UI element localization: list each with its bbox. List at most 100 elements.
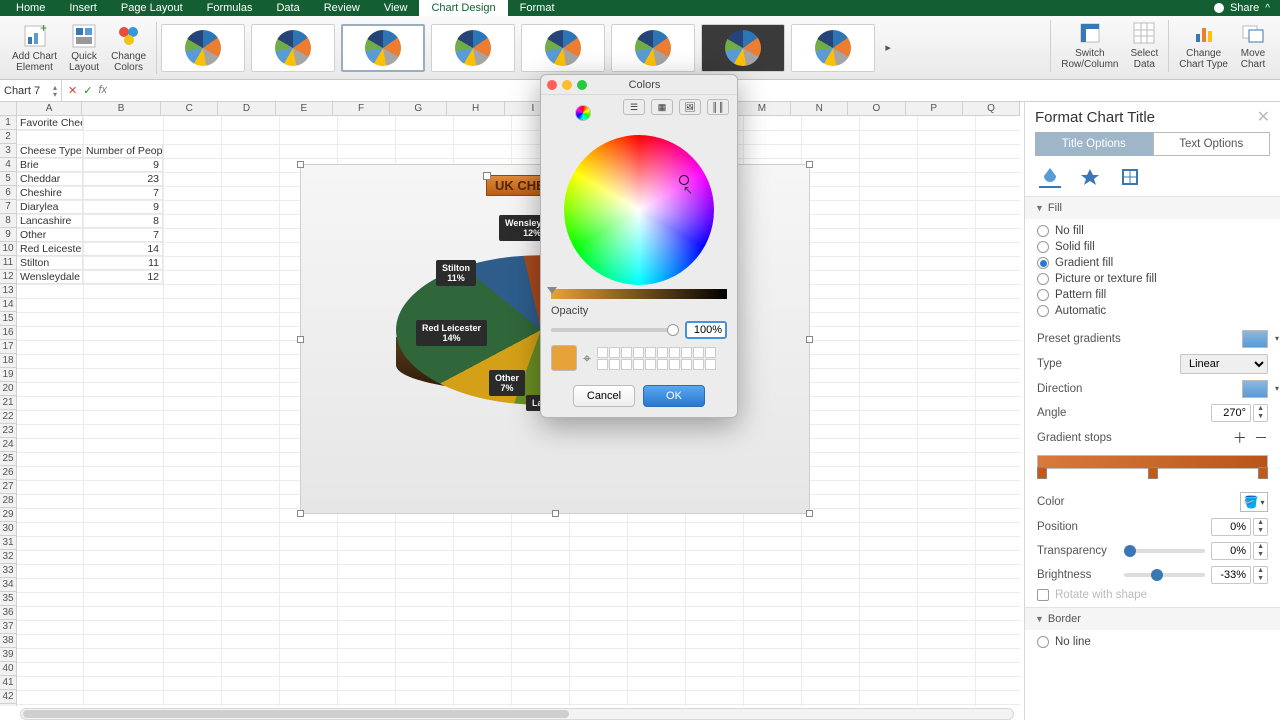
fill-option-pattern-fill[interactable]: Pattern fill [1037, 287, 1268, 303]
stop-color-button[interactable]: 🪣▾ [1240, 492, 1268, 512]
opacity-slider[interactable] [551, 328, 679, 332]
tab-formulas[interactable]: Formulas [195, 0, 265, 16]
fill-option-gradient-fill[interactable]: Gradient fill [1037, 255, 1268, 271]
fill-line-category-icon[interactable] [1039, 166, 1061, 188]
cell-A11[interactable]: Stilton [17, 256, 83, 270]
gradient-type-select[interactable]: Linear [1180, 354, 1268, 374]
style-thumb-1[interactable] [161, 24, 245, 72]
fill-option-picture-or-texture-fill[interactable]: Picture or texture fill [1037, 271, 1268, 287]
effects-category-icon[interactable] [1079, 166, 1101, 188]
border-no-line-radio[interactable]: No line [1037, 634, 1268, 650]
cell-A5[interactable]: Cheddar [17, 172, 83, 186]
cell-B6[interactable]: 7 [83, 186, 163, 200]
data-label[interactable]: Stilton11% [436, 260, 476, 286]
select-all-corner[interactable] [0, 102, 17, 116]
column-headers[interactable]: ABCDEFGHIJKLMNOPQ [17, 102, 1020, 116]
tab-chart-design[interactable]: Chart Design [419, 0, 507, 16]
size-properties-category-icon[interactable] [1119, 166, 1141, 188]
gallery-next-button[interactable]: ▸ [881, 28, 895, 68]
cell-A8[interactable]: Lancashire [17, 214, 83, 228]
gradient-direction-dropdown[interactable]: ▾ [1242, 380, 1268, 398]
fill-option-automatic[interactable]: Automatic [1037, 303, 1268, 319]
tab-format[interactable]: Format [508, 0, 567, 16]
cell-B7[interactable]: 9 [83, 200, 163, 214]
transparency-slider[interactable] [1124, 549, 1205, 553]
close-pane-icon[interactable]: ✕ [1257, 107, 1270, 127]
transparency-input[interactable] [1211, 542, 1251, 560]
data-label[interactable]: Red Leicester14% [416, 320, 487, 346]
current-color-swatch[interactable] [551, 345, 577, 371]
color-wheel-mode[interactable] [575, 105, 591, 121]
angle-down[interactable]: ▼ [1254, 413, 1267, 421]
color-palettes-mode[interactable]: ▦ [651, 99, 673, 115]
position-input[interactable] [1211, 518, 1251, 536]
style-thumb-5[interactable] [521, 24, 605, 72]
cell-B11[interactable]: 11 [83, 256, 163, 270]
fill-section-header[interactable]: ▼Fill [1025, 196, 1280, 219]
opacity-input[interactable] [685, 321, 727, 339]
tab-review[interactable]: Review [312, 0, 372, 16]
title-options-tab[interactable]: Title Options [1035, 132, 1153, 156]
worksheet-grid[interactable]: ABCDEFGHIJKLMNOPQ 1234567891011121314151… [0, 102, 1020, 706]
style-thumb-3[interactable] [341, 24, 425, 72]
horizontal-scrollbar[interactable] [20, 708, 1014, 720]
style-thumb-6[interactable] [611, 24, 695, 72]
cell-B9[interactable]: 7 [83, 228, 163, 242]
tab-view[interactable]: View [372, 0, 420, 16]
data-label[interactable]: Other7% [489, 370, 525, 396]
tab-insert[interactable]: Insert [57, 0, 109, 16]
style-thumb-8[interactable] [791, 24, 875, 72]
color-sliders-mode[interactable]: ☰ [623, 99, 645, 115]
gradient-stops-bar[interactable] [1037, 455, 1268, 485]
eyedropper-icon[interactable]: ⌖ [583, 350, 591, 367]
remove-stop-icon[interactable]: － [1254, 428, 1268, 448]
brightness-input[interactable] [1211, 566, 1251, 584]
move-chart-button[interactable]: Move Chart [1240, 20, 1266, 72]
cell-A3[interactable]: Cheese Type [17, 144, 83, 158]
add-stop-icon[interactable]: ＋ [1233, 428, 1247, 448]
tab-page-layout[interactable]: Page Layout [109, 0, 195, 16]
fill-option-solid-fill[interactable]: Solid fill [1037, 239, 1268, 255]
brightness-slider[interactable] [551, 289, 727, 299]
cell-B3[interactable]: Number of People [83, 144, 163, 158]
cell-A7[interactable]: Diarylea [17, 200, 83, 214]
style-thumb-7[interactable] [701, 24, 785, 72]
cell-B4[interactable]: 9 [83, 158, 163, 172]
text-options-tab[interactable]: Text Options [1153, 132, 1271, 156]
cell-A10[interactable]: Red Leicester [17, 242, 83, 256]
fill-option-no-fill[interactable]: No fill [1037, 223, 1268, 239]
row-headers[interactable]: 1234567891011121314151617181920212223242… [0, 116, 17, 706]
pencils-mode[interactable]: ║║ [707, 99, 729, 115]
cancel-formula-icon[interactable]: ✕ [68, 84, 77, 97]
style-thumb-4[interactable] [431, 24, 515, 72]
cell-A9[interactable]: Other [17, 228, 83, 242]
fx-icon[interactable]: fx [98, 84, 107, 97]
cell-A1[interactable]: Favorite Cheese Data [17, 116, 83, 130]
color-wheel[interactable]: ↖ [564, 135, 714, 285]
name-box[interactable]: Chart 7▴▾ [0, 80, 62, 101]
swatch-grid[interactable] [597, 347, 716, 370]
style-thumb-2[interactable] [251, 24, 335, 72]
select-data-button[interactable]: Select Data [1130, 20, 1158, 72]
change-colors-button[interactable]: Change Colors [111, 23, 146, 73]
cell-B12[interactable]: 12 [83, 270, 163, 284]
cell-A6[interactable]: Cheshire [17, 186, 83, 200]
dialog-titlebar[interactable]: Colors [541, 75, 737, 95]
cell-A4[interactable]: Brie [17, 158, 83, 172]
share-group[interactable]: Share ^ [1214, 2, 1276, 14]
cell-B8[interactable]: 8 [83, 214, 163, 228]
tab-home[interactable]: Home [4, 0, 57, 16]
preset-gradients-dropdown[interactable]: ▾ [1242, 330, 1268, 348]
add-chart-element-button[interactable]: + Add Chart Element [12, 23, 57, 73]
cancel-button[interactable]: Cancel [573, 385, 635, 407]
brightness-slider-2[interactable] [1124, 573, 1205, 577]
quick-layout-button[interactable]: Quick Layout [69, 23, 99, 73]
angle-up[interactable]: ▲ [1254, 405, 1267, 413]
ok-button[interactable]: OK [643, 385, 705, 407]
change-chart-type-button[interactable]: Change Chart Type [1179, 20, 1228, 72]
cell-B10[interactable]: 14 [83, 242, 163, 256]
switch-row-column-button[interactable]: Switch Row/Column [1061, 20, 1118, 72]
angle-input[interactable] [1211, 404, 1251, 422]
cell-B5[interactable]: 23 [83, 172, 163, 186]
border-section-header[interactable]: ▼Border [1025, 607, 1280, 630]
